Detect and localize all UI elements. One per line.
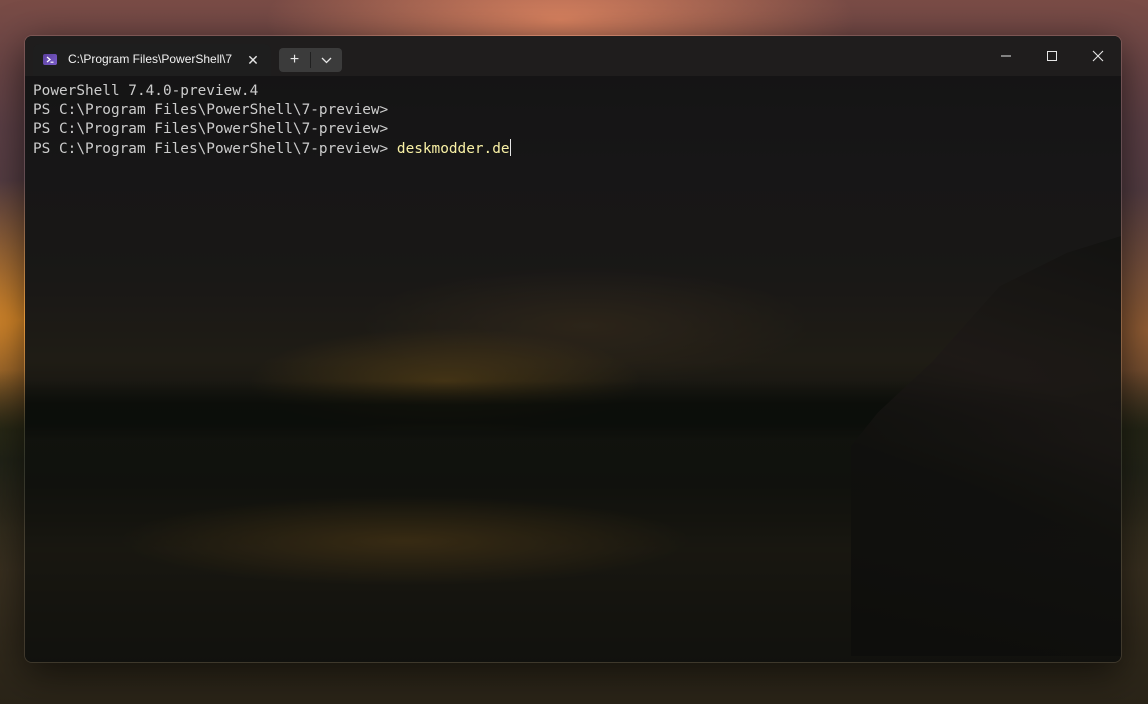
terminal-line: PS C:\Program Files\PowerShell\7-preview… bbox=[33, 101, 1113, 120]
new-tab-button[interactable]: + bbox=[279, 48, 310, 72]
terminal-output[interactable]: PowerShell 7.4.0-preview.4 PS C:\Program… bbox=[33, 82, 1113, 642]
close-button[interactable] bbox=[1075, 36, 1121, 76]
minimize-icon bbox=[1001, 55, 1011, 57]
new-tab-group: + bbox=[279, 48, 342, 72]
command-input[interactable]: deskmodder.de bbox=[397, 141, 510, 157]
maximize-icon bbox=[1047, 51, 1057, 61]
tab-title: C:\Program Files\PowerShell\7-preview bbox=[68, 52, 232, 66]
prompt-text: PS C:\Program Files\PowerShell\7-preview… bbox=[33, 141, 389, 157]
prompt-text: PS C:\Program Files\PowerShell\7-preview… bbox=[33, 102, 389, 118]
maximize-button[interactable] bbox=[1029, 36, 1075, 76]
terminal-line: PowerShell 7.4.0-preview.4 bbox=[33, 82, 1113, 101]
tab-powershell[interactable]: C:\Program Files\PowerShell\7-preview ✕ bbox=[33, 44, 271, 76]
terminal-window: C:\Program Files\PowerShell\7-preview ✕ … bbox=[24, 35, 1122, 663]
close-tab-icon[interactable]: ✕ bbox=[243, 50, 263, 70]
close-icon bbox=[1092, 50, 1104, 62]
powershell-icon bbox=[43, 54, 57, 65]
new-tab-dropdown-button[interactable] bbox=[311, 48, 342, 72]
text-cursor bbox=[509, 139, 511, 156]
title-bar: C:\Program Files\PowerShell\7-preview ✕ … bbox=[25, 36, 1121, 76]
prompt-text: PS C:\Program Files\PowerShell\7-preview… bbox=[33, 121, 389, 137]
plus-icon: + bbox=[289, 51, 300, 68]
terminal-line: PS C:\Program Files\PowerShell\7-preview… bbox=[33, 120, 1113, 139]
chevron-down-icon bbox=[321, 57, 332, 64]
version-text: PowerShell 7.4.0-preview.4 bbox=[33, 83, 259, 99]
minimize-button[interactable] bbox=[983, 36, 1029, 76]
terminal-input-line[interactable]: PS C:\Program Files\PowerShell\7-preview… bbox=[33, 139, 1113, 158]
